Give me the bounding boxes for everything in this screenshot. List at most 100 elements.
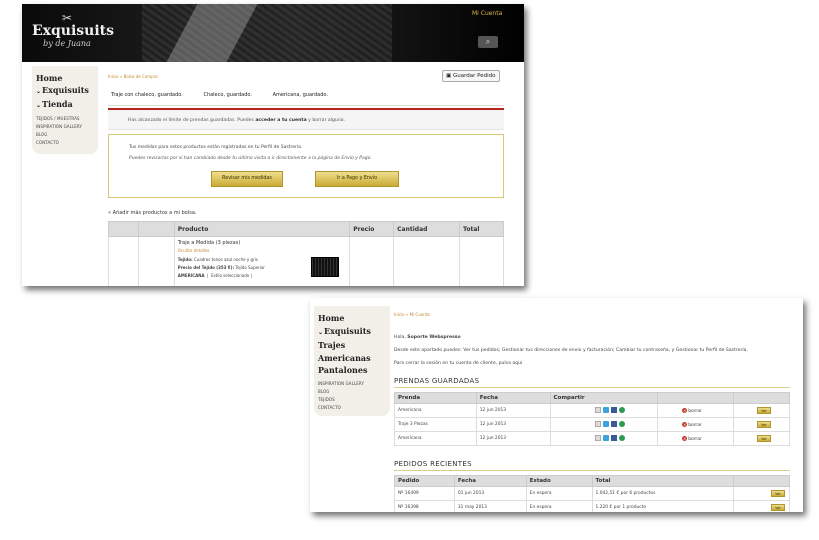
delete-icon: × [682,435,688,441]
orders-header: Pedido Fecha Estado Total [394,475,790,487]
sidebar-item[interactable]: ⌄Exquisuits [314,325,390,340]
sidebar-nav: Home ⌄Exquisuits ⌄Tienda TEJIDOS / MUESTRAS… [32,66,98,154]
greeting-prefix: Hola, [394,335,408,340]
search-icon[interactable]: ⌕ [478,36,498,48]
order-number[interactable]: Nº 16398 [394,500,455,512]
sidebar-subitem[interactable]: INSPIRATION GALLERY [32,123,98,131]
sidebar-item-label: Exquisuits [324,325,371,336]
sidebar-subitem[interactable]: BLOG [32,131,98,139]
sidebar-item[interactable]: ⌄Tienda [32,98,98,112]
fabric-price-value: Tejido Superior [235,265,265,270]
payment-shipping-button[interactable]: Ir a Pago y Envío [315,171,399,187]
sidebar-item[interactable]: Trajes [314,339,390,352]
breadcrumb[interactable]: Inicio » Bolsa de Compra [108,74,158,79]
share-cell [549,403,659,418]
sidebar-subitem[interactable]: CONTACTO [314,404,390,412]
info-line-1: Tus medidas para estos productos están r… [129,145,303,150]
fabric-label: Tejido: [177,257,193,262]
twitter-icon[interactable] [603,407,610,414]
view-cell: Ver [733,500,790,512]
sidebar-subitem[interactable]: INSPIRATION GALLERY [314,380,390,388]
view-button[interactable]: Ver [757,435,771,442]
share-cell [549,417,659,432]
hide-details-link[interactable]: Ocultar detalles [178,248,349,253]
facebook-icon[interactable] [611,435,618,442]
account-link[interactable]: acceder a tu cuenta [255,118,306,123]
greeting: Hola, Soporte Webspresso [394,335,461,340]
view-button[interactable]: Ver [757,407,771,414]
chevron-down-icon: ⌄ [36,88,42,95]
saved-item-name[interactable]: Americana [394,431,477,446]
logout-link[interactable]: Para cerrar la sesión en tu cuenta de cl… [394,361,522,366]
sidebar-item-label: Tienda [42,99,73,109]
my-account-link[interactable]: Mi Cuenta [472,10,502,17]
twitter-icon[interactable] [603,435,610,442]
sidebar-item-label: Pantalones [318,365,368,375]
sidebar-subitem[interactable]: CONTACTO [32,139,98,147]
breadcrumb[interactable]: Inicio » Mi Cuenta [394,312,430,317]
col-product: Producto [173,221,351,237]
share-icon[interactable] [619,421,626,428]
recent-orders-title: PEDIDOS RECIENTES [394,460,472,468]
table-row: Traje 3 Piezas 12 jun 2013 × borrar Ver [394,417,790,432]
sidebar-item[interactable]: Pantalones [314,364,390,377]
add-more-link[interactable]: « Añadir más productos a mi bolsa. [108,210,197,216]
delete-button[interactable]: × borrar [682,421,702,428]
sidebar-subitem[interactable]: BLOG [314,388,390,396]
save-order-button[interactable]: ▣ Guardar Pedido [442,70,500,82]
col-total: Total [459,221,504,237]
view-cell: Ver [733,417,790,432]
sidebar-item[interactable]: ⌄Exquisuits [32,84,98,98]
sidebar-item-label: Home [318,313,345,323]
facebook-icon[interactable] [611,407,618,414]
saved-item-suit-vest[interactable]: Traje con chaleco, guardado. [111,92,183,98]
product-cell: Traje a Medida (3 piezas) Ocultar detall… [173,236,351,286]
order-number[interactable]: Nº 16499 [394,486,455,501]
view-order-button[interactable]: Ver [771,504,785,511]
sidebar-subitem[interactable]: TEJIDOS [314,396,390,404]
sidebar-item[interactable]: Home [314,312,390,325]
col-quantity: Cantidad [393,221,461,237]
col-delete [657,392,735,404]
sidebar-item-label: Trajes [318,340,346,350]
delete-button[interactable]: × borrar [682,407,702,414]
facebook-icon[interactable] [611,421,618,428]
price-cell [349,236,395,286]
view-cell: Ver [733,486,790,501]
cart-screenshot: ✂ Exquisuits by de Juana Mi Cuenta ⌕ Hom… [22,4,524,286]
brand-logo[interactable]: ✂ Exquisuits by de Juana [32,12,115,56]
email-icon[interactable] [595,421,602,428]
sidebar-subitem[interactable]: TEJIDOS / MUESTRAS [32,115,98,123]
divider [394,387,790,388]
delete-cell: × borrar [657,417,735,432]
chevron-down-icon: ⌄ [318,328,324,336]
col-share: Compartir [549,392,659,404]
fabric-value: Cuadros tonos azul noche y gris [193,257,258,262]
sidebar-item[interactable]: Home [32,72,98,84]
col-price: Precio [349,221,395,237]
account-intro: Desde este apartado puedes: Ver tus pedi… [394,348,748,353]
saved-item-jacket[interactable]: Americana, guardado. [273,92,328,98]
sidebar-item-label: Exquisuits [42,85,89,95]
site-header: ✂ Exquisuits by de Juana Mi Cuenta ⌕ [22,4,524,62]
sidebar-item[interactable]: Americanas [314,352,390,365]
saved-item-name[interactable]: Americana [394,403,477,418]
brand-name: Exquisuits [32,23,115,39]
saved-item-vest[interactable]: Chaleco, guardado. [203,92,252,98]
twitter-icon[interactable] [603,421,610,428]
view-order-button[interactable]: Ver [771,490,785,497]
saved-item-name[interactable]: Traje 3 Piezas [394,417,477,432]
email-icon[interactable] [595,435,602,442]
share-icon[interactable] [619,407,626,414]
measurements-info-box: Tus medidas para estos productos están r… [108,134,504,198]
jacket-value: Estilo seleccionado | [211,273,252,278]
table-row: Americana 12 jun 2013 × borrar Ver [394,403,790,418]
fabric-swatch [310,257,339,277]
share-icon[interactable] [619,435,626,442]
review-measurements-button[interactable]: Revisar mis medidas [211,171,283,187]
delete-button[interactable]: × borrar [682,435,702,442]
email-icon[interactable] [595,407,602,414]
view-button[interactable]: Ver [757,421,771,428]
limit-alert: Has alcanzado el límite de prendas guard… [108,108,504,130]
view-cell: Ver [733,431,790,446]
